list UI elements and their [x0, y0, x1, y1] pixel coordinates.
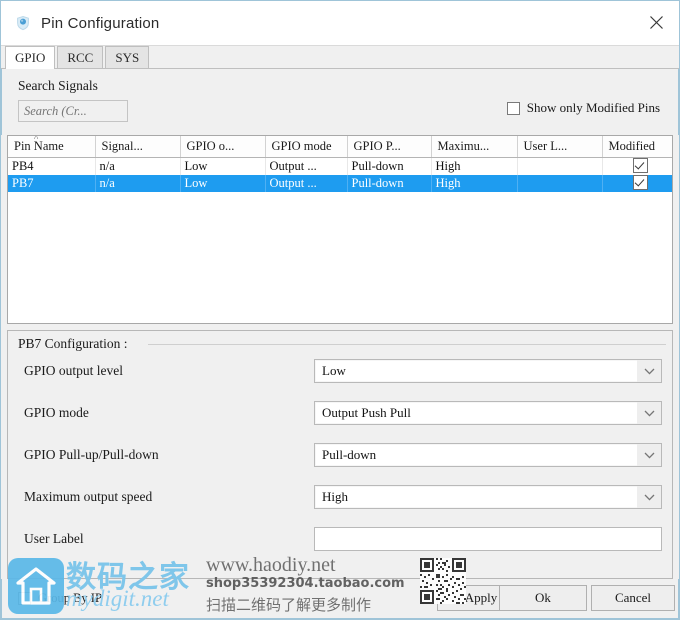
chevron-down-icon [637, 444, 661, 466]
table-row[interactable]: PB7 n/a Low Output ... Pull-down High [8, 175, 673, 192]
close-button[interactable] [633, 1, 679, 44]
cancel-button[interactable]: Cancel [591, 585, 675, 611]
column-header-signal[interactable]: Signal... [95, 136, 180, 157]
combo-value-gpio-output-level: Low [316, 361, 637, 381]
cell-user-label [517, 157, 602, 175]
pins-table[interactable]: ^ Pin Name Signal... GPIO o... GPIO mode… [7, 135, 673, 324]
pin-configuration-window: Pin Configuration GPIO RCC SYS Search Si… [0, 0, 680, 620]
column-header-gpio-output-level[interactable]: GPIO o... [180, 136, 265, 157]
cell-user-label [517, 175, 602, 192]
field-row-gpio-mode: GPIO mode Output Push Pull [8, 401, 672, 425]
search-input[interactable] [18, 100, 128, 122]
chevron-down-icon [637, 402, 661, 424]
dialog-footer: Group By IP Apply Ok Cancel [1, 579, 679, 619]
label-gpio-output-level: GPIO output level [24, 363, 314, 379]
checkbox-box [18, 592, 31, 605]
group-by-ip-checkbox[interactable]: Group By IP [18, 591, 102, 606]
column-header-gpio-pull[interactable]: GPIO P... [347, 136, 431, 157]
cell-gpio-mode: Output ... [265, 175, 347, 192]
table-row[interactable]: PB4 n/a Low Output ... Pull-down High [8, 157, 673, 175]
column-header-maximum-speed[interactable]: Maximu... [431, 136, 517, 157]
cell-modified [602, 157, 673, 175]
column-header-gpio-mode[interactable]: GPIO mode [265, 136, 347, 157]
title-bar: Pin Configuration [1, 1, 679, 46]
checkbox-box [507, 102, 520, 115]
field-row-user-label: User Label [8, 527, 672, 551]
cell-signal: n/a [95, 175, 180, 192]
ok-button[interactable]: Ok [499, 585, 587, 611]
column-header-modified[interactable]: Modified [602, 136, 673, 157]
cell-gpio-output-level: Low [180, 175, 265, 192]
shield-icon [15, 15, 31, 31]
cell-gpio-mode: Output ... [265, 157, 347, 175]
combo-value-gpio-mode: Output Push Pull [316, 403, 637, 423]
cell-maximum-speed: High [431, 175, 517, 192]
config-divider [148, 344, 666, 345]
show-only-modified-pins-checkbox[interactable]: Show only Modified Pins [507, 100, 660, 116]
user-label-input[interactable] [314, 527, 662, 551]
window-title: Pin Configuration [41, 15, 159, 32]
column-header-user-label[interactable]: User L... [517, 136, 602, 157]
cell-modified [602, 175, 673, 192]
field-row-gpio-output-level: GPIO output level Low [8, 359, 672, 383]
label-maximum-output-speed: Maximum output speed [24, 489, 314, 505]
pin-config-panel: PB7 Configuration : GPIO output level Lo… [7, 330, 673, 579]
check-icon [633, 175, 648, 190]
table-header-row: ^ Pin Name Signal... GPIO o... GPIO mode… [8, 136, 673, 157]
chevron-down-icon [637, 486, 661, 508]
cell-maximum-speed: High [431, 157, 517, 175]
combo-gpio-output-level[interactable]: Low [314, 359, 662, 383]
combo-gpio-pull-up-pull-down[interactable]: Pull-down [314, 443, 662, 467]
tab-gpio[interactable]: GPIO [5, 46, 55, 69]
label-gpio-pull-up-pull-down: GPIO Pull-up/Pull-down [24, 447, 314, 463]
combo-maximum-output-speed[interactable]: High [314, 485, 662, 509]
column-header-pin-name[interactable]: ^ Pin Name [8, 136, 95, 157]
search-band: Search Signals Show only Modified Pins [1, 69, 679, 135]
label-user-label: User Label [24, 531, 314, 547]
tab-bar: GPIO RCC SYS [1, 46, 679, 69]
label-gpio-mode: GPIO mode [24, 405, 314, 421]
cell-gpio-pull: Pull-down [347, 157, 431, 175]
field-row-gpio-pull: GPIO Pull-up/Pull-down Pull-down [8, 443, 672, 467]
combo-gpio-mode[interactable]: Output Push Pull [314, 401, 662, 425]
cell-pin-name: PB4 [8, 157, 95, 175]
sort-ascending-icon: ^ [34, 136, 38, 143]
config-panel-title: PB7 Configuration : [18, 336, 128, 352]
combo-value-maximum-speed: High [316, 487, 637, 507]
cell-pin-name: PB7 [8, 175, 95, 192]
cell-gpio-output-level: Low [180, 157, 265, 175]
tab-sys[interactable]: SYS [105, 46, 149, 68]
cell-gpio-pull: Pull-down [347, 175, 431, 192]
search-signals-label: Search Signals [18, 78, 98, 94]
field-row-maximum-speed: Maximum output speed High [8, 485, 672, 509]
cell-signal: n/a [95, 157, 180, 175]
combo-value-gpio-pull: Pull-down [316, 445, 637, 465]
tab-rcc[interactable]: RCC [57, 46, 103, 68]
check-icon [633, 158, 648, 173]
chevron-down-icon [637, 360, 661, 382]
show-only-modified-pins-label: Show only Modified Pins [527, 100, 660, 116]
group-by-ip-label: Group By IP [38, 591, 102, 606]
